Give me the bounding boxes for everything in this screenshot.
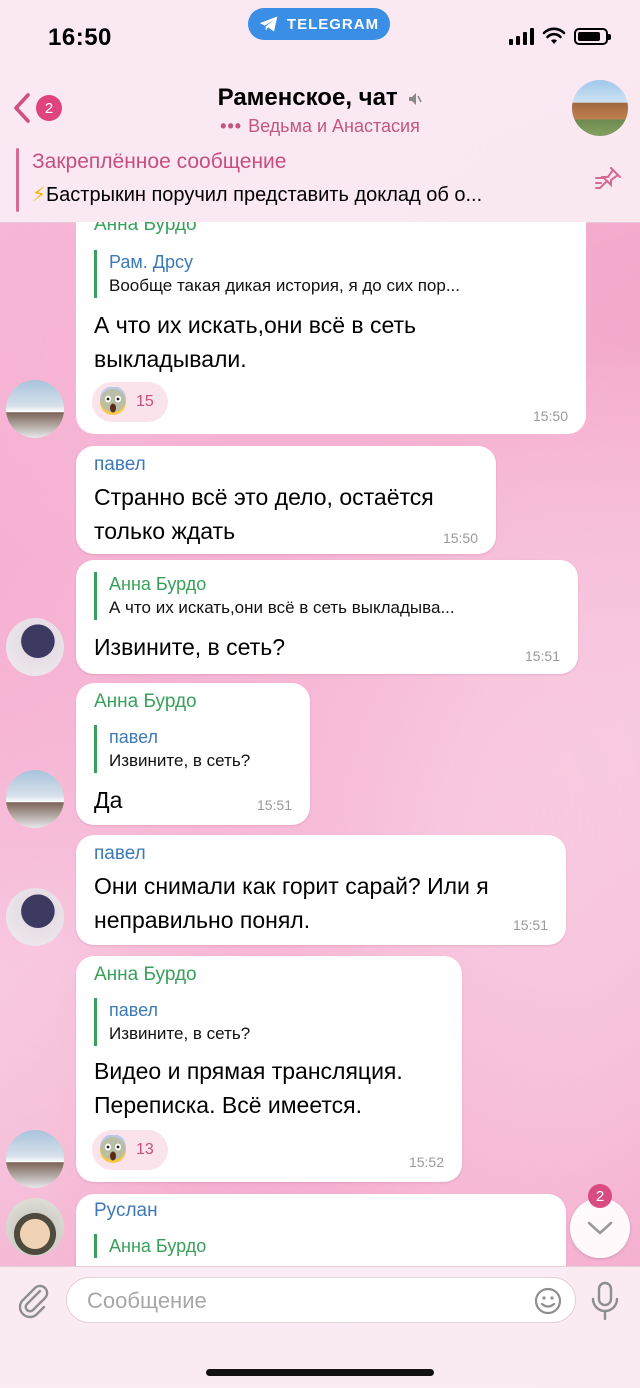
screaming-face-icon (100, 1135, 126, 1163)
message-sender[interactable]: Анна Бурдо (94, 964, 197, 986)
avatar[interactable] (6, 770, 64, 828)
reply-quote[interactable]: Анна Бурдо А что их искать,они всё в сет… (94, 572, 455, 620)
chat-header: 16:50 TELEGRAM 2 Раменское, чат ••• Ведьм… (0, 0, 640, 223)
composer-bar (0, 1266, 640, 1388)
reply-author: Анна Бурдо (109, 574, 207, 594)
reply-quote[interactable]: Рам. Дрсу Вообще такая дикая история, я … (94, 250, 460, 298)
message-bubble[interactable]: павел Странно всё это дело, остаётся толь… (76, 446, 496, 554)
pinned-list-icon[interactable] (594, 164, 624, 194)
pinned-message[interactable]: Закреплённое сообщение ⚡Бастрыкин поручи… (16, 144, 624, 214)
reaction-chip[interactable]: 15 (92, 382, 168, 422)
message-sender[interactable]: Анна Бурдо (94, 691, 197, 713)
reply-author: Рам. Дрсу (109, 252, 193, 272)
message-text: Видео и прямая трансляция. Переписка. Всё… (94, 1058, 403, 1118)
lightning-icon: ⚡ (32, 184, 47, 206)
message-sender[interactable]: павел (94, 843, 146, 865)
reaction-count: 13 (136, 1141, 154, 1158)
chat-title-text: Раменское, чат (217, 84, 398, 111)
message-input[interactable] (85, 1286, 509, 1316)
chevron-down-icon (587, 1221, 613, 1235)
message-text: Извините, в сеть? (94, 634, 285, 660)
screaming-face-icon (100, 387, 126, 415)
reaction-count: 15 (136, 393, 154, 410)
message-text: А что их искать,они всё в сеть выкладывал… (94, 312, 417, 372)
home-indicator (206, 1369, 434, 1376)
muted-icon (409, 92, 423, 105)
message-text: Да (94, 787, 123, 813)
scroll-unread-badge: 2 (588, 1184, 612, 1208)
pinned-title: Закреплённое сообщение (32, 150, 287, 173)
avatar[interactable] (6, 1130, 64, 1188)
reply-author: павел (109, 727, 159, 747)
message-time: 15:52 (408, 1154, 444, 1170)
typing-status: ••• Ведьма и Анастасия (220, 116, 420, 136)
reply-text: Извините, в сеть? (109, 751, 251, 770)
sticker-icon[interactable] (533, 1286, 563, 1316)
reaction-chip[interactable]: 13 (92, 1130, 168, 1170)
message-sender[interactable]: Руслан (94, 1200, 158, 1222)
message-time: 15:51 (524, 648, 560, 664)
avatar[interactable] (6, 618, 64, 676)
telegram-pill-label: TELEGRAM (286, 15, 380, 33)
message-bubble[interactable]: Анна Бурдо Рам. Дрсу Вообще такая дикая … (76, 222, 586, 434)
message-text: Они снимали как горит сарай? Или я неправ… (94, 873, 489, 933)
signal-icon (509, 27, 534, 45)
reply-text: Вообще такая дикая история, я до сих пор… (109, 276, 460, 295)
telegram-pill[interactable]: TELEGRAM (248, 8, 390, 40)
avatar[interactable] (6, 1198, 64, 1256)
message-bubble[interactable]: Анна Бурдо павел Извините, в сеть? Да 15… (76, 683, 310, 825)
reply-quote[interactable]: Анна Бурдо (94, 1234, 206, 1258)
message-time: 15:50 (532, 408, 568, 424)
chat-title[interactable]: Раменское, чат (0, 84, 640, 112)
avatar[interactable] (6, 380, 64, 438)
telegram-icon (259, 16, 278, 32)
message-time: 15:51 (256, 797, 292, 813)
message-time: 15:50 (442, 530, 478, 546)
message-bubble[interactable]: Анна Бурдо А что их искать,они всё в сет… (76, 560, 578, 674)
system-icons (509, 27, 611, 45)
microphone-icon[interactable] (588, 1281, 622, 1321)
reply-quote[interactable]: павел Извините, в сеть? (94, 998, 250, 1046)
reply-text: Извините, в сеть? (109, 1024, 251, 1043)
message-text: Странно всё это дело, остаётся только жда… (94, 484, 434, 544)
wifi-icon (542, 27, 566, 44)
pinned-indicator (16, 148, 19, 212)
status-time: 16:50 (48, 24, 112, 51)
reply-quote[interactable]: павел Извините, в сеть? (94, 725, 250, 773)
reply-author: павел (109, 1000, 159, 1020)
message-bubble[interactable]: Анна Бурдо павел Извините, в сеть? Видео… (76, 956, 462, 1182)
reply-author: Анна Бурдо (109, 1236, 207, 1256)
message-input-wrapper (66, 1277, 576, 1323)
message-time: 15:51 (512, 917, 548, 933)
typing-dots-icon: ••• (220, 116, 243, 136)
battery-icon (574, 27, 611, 45)
pinned-text: ⚡Бастрыкин поручил представить доклад об… (32, 184, 483, 206)
avatar[interactable] (6, 888, 64, 946)
chat-avatar[interactable] (572, 80, 628, 136)
reply-text: А что их искать,они всё в сеть выкладыва… (109, 598, 455, 617)
message-sender[interactable]: павел (94, 454, 146, 476)
paperclip-icon[interactable] (14, 1281, 52, 1319)
message-bubble[interactable]: павел Они снимали как горит сарай? Или я… (76, 835, 566, 945)
